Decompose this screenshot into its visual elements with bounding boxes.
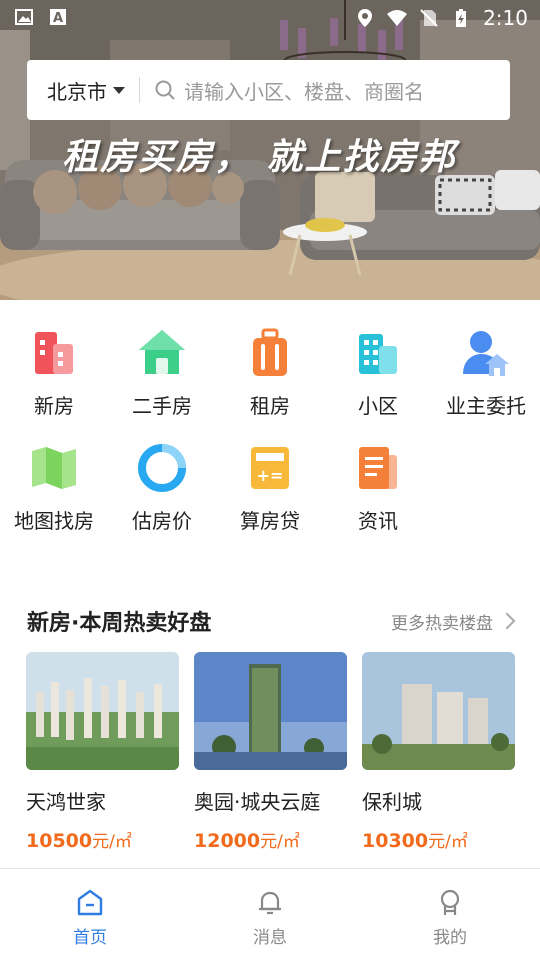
- category-loan-calculator[interactable]: += 算房贷: [216, 441, 324, 534]
- category-owner-entrust[interactable]: 业主委托: [432, 326, 540, 419]
- rent-suitcase-icon: [253, 328, 287, 376]
- category-news[interactable]: 资讯: [324, 441, 432, 534]
- status-time: 2:10: [483, 6, 528, 30]
- price-unit: 元/㎡: [428, 832, 468, 852]
- tab-messages[interactable]: 消息: [180, 869, 360, 961]
- banner-slogan: 租房买房， 就上找房邦: [62, 137, 457, 178]
- location-icon: [358, 9, 373, 27]
- caret-down-icon: [113, 86, 125, 94]
- bottom-tab-bar: 首页 消息 我的: [0, 868, 540, 961]
- no-sim-icon: [420, 9, 438, 27]
- battery-charging-icon: [456, 9, 467, 27]
- listing-price: 12000元/㎡: [194, 827, 347, 852]
- calculator-icon: +=: [251, 447, 289, 489]
- valuation-pie-icon: [138, 444, 186, 492]
- search-icon: [155, 80, 175, 100]
- new-house-icon: [35, 332, 73, 374]
- category-new-house[interactable]: 新房: [0, 326, 108, 419]
- owner-entrust-icon: [463, 331, 509, 376]
- category-label: 地图找房: [14, 509, 94, 533]
- hero-banner[interactable]: A 2:10 北京市 请输入小区、楼盘、商圈名 租房买房， 就上找房邦: [0, 0, 540, 300]
- listing-price: 10300元/㎡: [362, 827, 515, 852]
- category-label: 算房贷: [240, 509, 300, 533]
- section-title: 新房·本周热卖好盘: [27, 611, 212, 636]
- listing-card[interactable]: 保利城 10300元/㎡: [362, 652, 515, 852]
- price-unit: 元/㎡: [260, 832, 300, 852]
- category-community[interactable]: 小区: [324, 326, 432, 419]
- listing-photo: [194, 652, 347, 770]
- listing-card[interactable]: 奥园·城央云庭 12000元/㎡: [194, 652, 347, 852]
- category-map[interactable]: 地图找房: [0, 441, 108, 534]
- price-unit: 元/㎡: [92, 832, 132, 852]
- category-label: 二手房: [132, 394, 192, 418]
- listing-name: 天鸿世家: [26, 790, 106, 814]
- category-label: 新房: [34, 394, 74, 418]
- chevron-right-icon: [498, 612, 516, 630]
- listing-price: 10500元/㎡: [26, 827, 179, 852]
- category-grid: 新房 二手房 租房 小区 业主委托 地图找房 估房价 += 算房贷 资讯: [0, 326, 540, 534]
- category-label: 估房价: [132, 509, 192, 533]
- hot-section-header: 新房·本周热卖好盘 更多热卖楼盘: [27, 604, 516, 638]
- search-bar[interactable]: 北京市 请输入小区、楼盘、商圈名: [27, 60, 510, 120]
- tab-label: 首页: [73, 928, 107, 948]
- category-label: 租房: [250, 394, 290, 418]
- hot-listings: 天鸿世家 10500元/㎡ 奥园·城央云庭 12000元/㎡ 保利城 10300…: [26, 652, 515, 852]
- city-selector[interactable]: 北京市: [47, 76, 125, 105]
- second-hand-house-icon: [139, 330, 185, 374]
- tab-label: 我的: [433, 928, 467, 948]
- category-valuation[interactable]: 估房价: [108, 441, 216, 534]
- listing-card[interactable]: 天鸿世家 10500元/㎡: [26, 652, 179, 852]
- image-icon: [15, 9, 33, 25]
- category-second-hand[interactable]: 二手房: [108, 326, 216, 419]
- status-bar: A 2:10: [0, 0, 540, 36]
- search-divider: [139, 77, 140, 103]
- tab-label: 消息: [253, 928, 287, 948]
- svg-text:+=: +=: [257, 466, 284, 485]
- category-label: 小区: [358, 394, 398, 418]
- a-icon: A: [50, 9, 66, 26]
- map-icon: [32, 447, 76, 489]
- more-hot-link[interactable]: 更多热卖楼盘: [391, 609, 516, 634]
- wifi-icon: [387, 10, 408, 26]
- price-value: 10300: [362, 830, 429, 852]
- tab-profile[interactable]: 我的: [360, 869, 540, 961]
- search-input[interactable]: 请输入小区、楼盘、商圈名: [184, 76, 424, 105]
- more-label: 更多热卖楼盘: [391, 613, 493, 634]
- svg-text:A: A: [53, 11, 63, 26]
- category-label: 业主委托: [446, 394, 526, 418]
- listing-photo: [362, 652, 515, 770]
- city-label: 北京市: [47, 79, 107, 104]
- listing-name: 奥园·城央云庭: [194, 790, 321, 814]
- profile-icon: [440, 889, 460, 915]
- price-value: 12000: [194, 830, 261, 852]
- listing-name: 保利城: [362, 790, 422, 814]
- home-icon: [77, 889, 103, 916]
- category-label: 资讯: [358, 509, 398, 533]
- bell-icon: [259, 891, 281, 915]
- news-document-icon: [359, 447, 397, 489]
- price-value: 10500: [26, 830, 93, 852]
- tab-home[interactable]: 首页: [0, 869, 180, 961]
- category-rent[interactable]: 租房: [216, 326, 324, 419]
- community-buildings-icon: [359, 334, 397, 374]
- listing-photo: [26, 652, 179, 770]
